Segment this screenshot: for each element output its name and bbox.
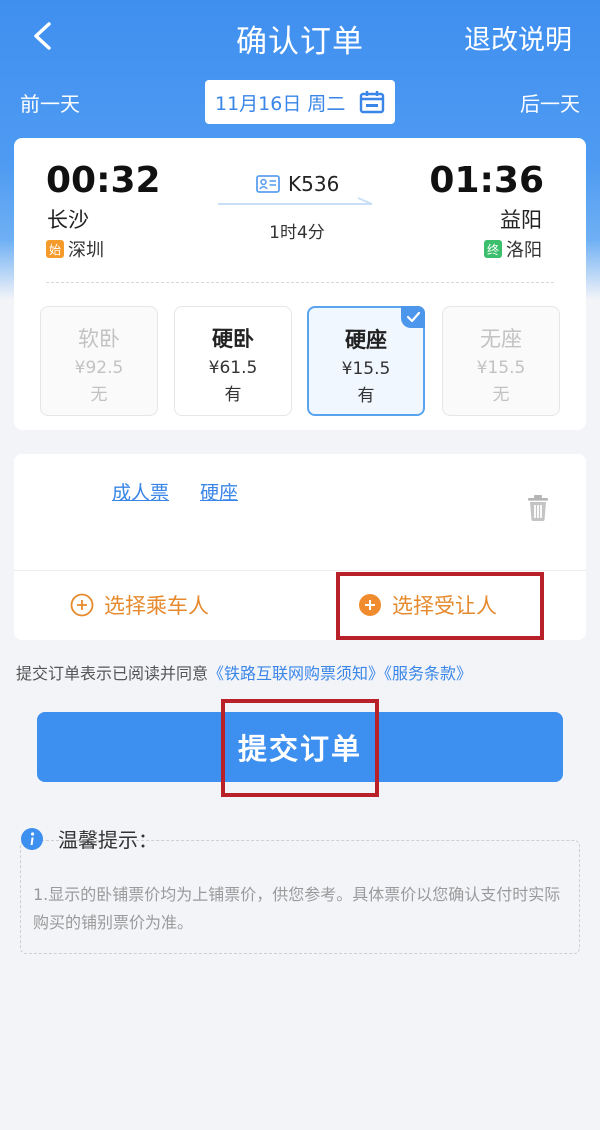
prev-day-button[interactable]: 前一天 [20,88,80,117]
seat-option-standing[interactable]: 无座 ¥15.5 无 [442,306,560,416]
tips-text: 1.显示的卧铺票价均为上铺票价，供您参考。具体票价以您确认支付时实际购买的铺别票… [33,885,561,932]
destination-tag: 终 [484,240,502,258]
divider [46,282,554,283]
trash-icon[interactable] [526,494,550,522]
tips-box: 1.显示的卧铺票价均为上铺票价，供您参考。具体票价以您确认支付时实际购买的铺别票… [20,840,580,954]
direction-arrow-icon [218,197,373,205]
next-day-button[interactable]: 后一天 [520,88,580,117]
arrival-time: 01:36 [429,160,544,201]
date-row: 前一天 11月16日 周二 后一天 [0,78,600,126]
seat-option-hard-seat[interactable]: 硬座 ¥15.5 有 [307,306,425,416]
seat-price: ¥92.5 [74,358,124,378]
ticket-rules-link[interactable]: 《铁路互联网购票须知》 [208,664,384,683]
origin-station: 深圳 [68,240,104,261]
date-picker[interactable]: 11月16日 周二 [205,80,395,124]
seat-price: ¥15.5 [341,359,391,379]
divider [14,570,586,571]
train-number-button[interactable]: K536 [256,172,339,196]
selected-badge [401,306,425,328]
departure-station: 长沙 [47,208,89,232]
seat-option-hard-sleeper[interactable]: 硬卧 ¥61.5 有 [174,306,292,416]
info-icon [21,827,43,850]
arrival-station: 益阳 [500,208,542,232]
seat-price: ¥15.5 [476,358,526,378]
seat-price: ¥61.5 [208,358,258,378]
seat-name: 无座 [480,327,522,351]
select-passenger-button[interactable]: 选择乘车人 [70,590,209,620]
nav-bar: 确认订单 退改说明 [0,0,600,76]
calendar-icon [359,91,385,114]
agreement-prefix: 提交订单表示已阅读并同意 [16,664,209,683]
departure-time: 00:32 [46,160,161,201]
refund-policy-link[interactable]: 退改说明 [464,18,572,57]
date-text: 11月16日 周二 [215,92,346,115]
seat-availability: 无 [492,385,510,405]
tips-title: 温馨提示： [58,828,158,852]
seat-availability: 无 [90,385,108,405]
origin-tag: 始 [46,240,64,258]
passenger-seat-link[interactable]: 硬座 [200,478,238,505]
train-number: K536 [288,172,340,196]
seat-availability: 有 [357,386,375,406]
id-card-icon [256,175,280,193]
highlight-box-submit [221,699,379,797]
origin-row: 始 深圳 [46,236,104,262]
agreement-text: 提交订单表示已阅读并同意《铁路互联网购票须知》《服务条款》 [16,660,472,684]
tips-header: 温馨提示： [20,824,158,853]
check-icon [406,311,421,323]
select-passenger-label: 选择乘车人 [104,594,209,618]
highlight-box-transferee [336,572,544,640]
seat-name: 硬座 [345,328,387,352]
destination-row: 终 洛阳 [484,236,542,262]
train-card: 00:32 01:36 长沙 益阳 始 深圳 终 洛阳 K536 1时4分 软卧… [14,138,586,430]
trip-duration: 1时4分 [269,223,325,243]
plus-circle-icon [70,593,94,617]
ticket-type-link[interactable]: 成人票 [112,478,169,505]
destination-station: 洛阳 [506,240,542,261]
seat-availability: 有 [224,385,242,405]
seat-option-soft-sleeper[interactable]: 软卧 ¥92.5 无 [40,306,158,416]
seat-name: 硬卧 [212,327,254,351]
terms-of-service-link[interactable]: 《服务条款》 [384,664,472,683]
seat-name: 软卧 [78,327,120,351]
